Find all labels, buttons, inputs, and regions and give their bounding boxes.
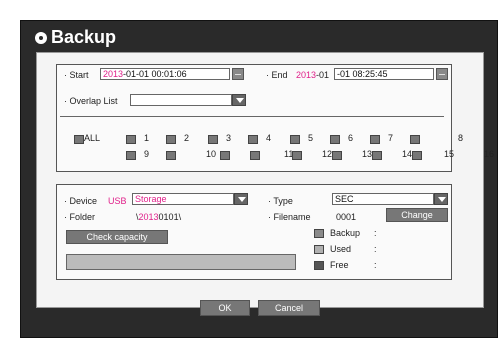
channel-4-checkbox[interactable] [248,135,258,144]
channel-all-label: ALL [84,133,101,143]
folder-value: \20130101\ [136,212,181,222]
channel-6-checkbox[interactable] [330,135,340,144]
folder-rest: 0101\ [158,212,182,222]
channel-12-checkbox[interactable] [292,151,302,160]
used-legend-label: Used [330,244,352,254]
used-legend-sep: : [374,244,377,254]
filename-value: 0001 [336,212,357,222]
channel-15-checkbox[interactable] [412,151,422,160]
end-datetime-field[interactable]: -01 08:25:45 [334,68,434,80]
overlap-label: · Overlap List [64,96,118,106]
start-rest: -01-01 00:01:06 [123,69,187,79]
check-capacity-button[interactable]: Check capacity [66,230,168,244]
channel-label: 13 [362,149,373,159]
device-label: · Device [64,196,98,206]
channel-14-checkbox[interactable] [372,151,382,160]
start-label: · Start [64,70,89,80]
channel-label: 3 [226,133,232,143]
overlap-select[interactable] [130,94,232,106]
overlap-dropdown-icon[interactable] [232,94,246,106]
end-label: · End [266,70,288,80]
type-dropdown-icon[interactable] [434,193,448,205]
channel-label: 16 [484,149,495,159]
ok-button[interactable]: OK [200,300,250,316]
type-select[interactable]: SEC [332,193,434,205]
cancel-button[interactable]: Cancel [258,300,320,316]
channel-label: 8 [458,133,464,143]
channel-label: 2 [184,133,190,143]
free-legend-swatch [314,261,324,270]
channel-label: 6 [348,133,354,143]
capacity-bar [66,254,296,270]
device-usb: USB [108,196,127,206]
channel-3-checkbox[interactable] [208,135,218,144]
change-button[interactable]: Change [386,208,448,222]
channel-5-checkbox[interactable] [290,135,300,144]
device-dropdown-icon[interactable] [234,193,248,205]
channel-7-checkbox[interactable] [370,135,380,144]
channel-all-checkbox[interactable] [74,135,84,144]
channel-label: 5 [308,133,314,143]
channel-label: 4 [266,133,272,143]
end-year: 2013 [296,70,317,80]
end-year-prefix: 2013-01 [296,70,329,80]
panel-divider [60,116,444,117]
channel-1-checkbox[interactable] [126,135,136,144]
start-datetime-field[interactable]: 2013-01-01 00:01:06 [100,68,230,80]
end-spin-button[interactable] [436,68,448,80]
device-select[interactable]: Storage [132,193,234,205]
backup-legend-label: Backup [330,228,361,238]
folder-year: 2013 [138,212,159,222]
channel-11b-checkbox[interactable] [250,151,260,160]
backup-icon [35,32,47,44]
title-bar: Backup [21,21,497,53]
channel-label: 14 [402,149,413,159]
channel-2-checkbox[interactable] [166,135,176,144]
end-rest: -01 08:25:45 [337,69,388,79]
channel-label: 7 [388,133,394,143]
start-spin-button[interactable] [232,68,244,80]
channel-9-checkbox[interactable] [126,151,136,160]
used-legend-swatch [314,245,324,254]
channel-label: 10 [206,149,217,159]
backup-legend-sep: : [374,228,377,238]
backup-legend-swatch [314,229,324,238]
channel-label: 12 [322,149,333,159]
start-year: 2013 [103,69,124,79]
folder-label: · Folder [64,212,96,222]
channel-label: 15 [444,149,455,159]
channel-10-checkbox[interactable] [166,151,176,160]
channel-label: 9 [144,149,150,159]
channel-13-checkbox[interactable] [332,151,342,160]
filename-label: · Filename [268,212,311,222]
channel-8-checkbox[interactable] [410,135,420,144]
channel-11-checkbox[interactable] [220,151,230,160]
type-label: · Type [268,196,293,206]
channel-label: 1 [144,133,150,143]
dialog-title: Backup [51,27,117,47]
end-mid: -01 [316,70,330,80]
free-legend-label: Free [330,260,349,270]
free-legend-sep: : [374,260,377,270]
